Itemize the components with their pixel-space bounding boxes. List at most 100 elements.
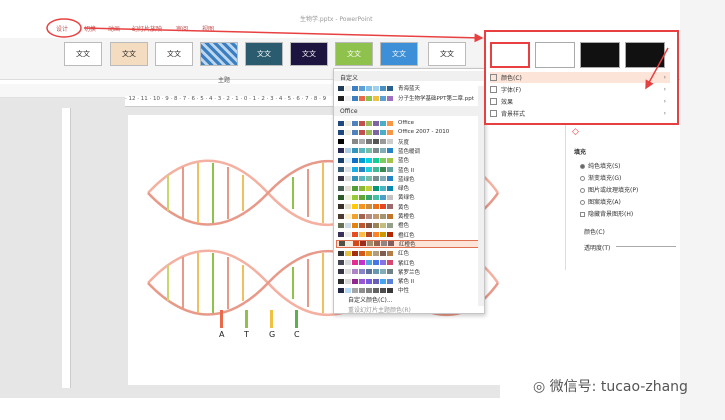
swatch xyxy=(338,269,393,275)
gradient-fill-option[interactable]: 渐变填充(G) xyxy=(580,173,621,182)
option-label: 图片或纹理填充(P) xyxy=(588,187,639,194)
color-scheme-item[interactable]: Office 2007 - 2010 xyxy=(336,128,482,136)
swatch xyxy=(338,176,393,182)
swatch xyxy=(338,85,393,91)
palette-icon xyxy=(490,74,497,81)
swatch xyxy=(339,241,394,247)
tab-review[interactable]: 审阅 xyxy=(176,24,188,33)
theme-6[interactable]: 文文 xyxy=(290,42,328,66)
item-label: 紫罗兰色 xyxy=(398,269,421,276)
powerpoint-window: 生物学.pptx - PowerPoint 设计 切换 动画 幻灯片放映 审阅 … xyxy=(0,0,725,420)
swatch xyxy=(338,204,393,210)
theme-3[interactable]: 文文 xyxy=(155,42,193,66)
item-label: 分子生物学基础PPT第二章.ppt xyxy=(398,96,474,102)
tab-slideshow[interactable]: 幻灯片放映 xyxy=(132,24,162,33)
option-label: 纯色填充(S) xyxy=(588,163,621,170)
variant-thumb-2[interactable] xyxy=(535,42,575,68)
tab-animations[interactable]: 动画 xyxy=(108,24,120,33)
color-scheme-item[interactable]: 橙红色 xyxy=(336,231,482,239)
color-scheme-item[interactable]: 绿色 xyxy=(336,184,482,192)
item-label: 黄色 xyxy=(398,204,410,211)
item-label: 红色 xyxy=(398,251,410,258)
color-scheme-item[interactable]: 蓝色暖调 xyxy=(336,147,482,155)
right-edge-panel xyxy=(680,0,725,420)
color-scheme-item[interactable]: 灰度 xyxy=(336,138,482,146)
color-scheme-item[interactable]: 紫罗兰色 xyxy=(336,268,482,276)
tab-view[interactable]: 视图 xyxy=(202,24,214,33)
office-header: Office xyxy=(334,106,484,116)
theme-4[interactable] xyxy=(200,42,238,66)
custom-colors-link[interactable]: 自定义颜色(C)... xyxy=(348,295,393,304)
effects-menu-item[interactable]: 效果 › xyxy=(490,96,670,107)
item-label: Office xyxy=(398,120,415,126)
fonts-menu-item[interactable]: 字体(F) › xyxy=(490,84,670,95)
menu-label: 颜色(C) xyxy=(501,75,522,82)
letter-a: A xyxy=(219,330,225,339)
color-scheme-item[interactable]: 蓝色 xyxy=(336,156,482,164)
variant-thumb-4[interactable] xyxy=(625,42,665,68)
color-scheme-item[interactable]: 紫色 II xyxy=(336,277,482,285)
swatch xyxy=(338,250,393,256)
color-scheme-item[interactable]: 黄绿色 xyxy=(336,193,482,201)
swatch xyxy=(338,129,393,135)
theme-2[interactable]: 文文 xyxy=(110,42,148,66)
swatch xyxy=(338,95,393,101)
swatch xyxy=(338,139,393,145)
colors-menu-item[interactable]: 颜色(C) › xyxy=(490,72,670,83)
watermark-text: 微信号: tucao-zhang xyxy=(549,379,688,395)
theme-5[interactable]: 文文 xyxy=(245,42,283,66)
custom-color-item[interactable]: 分子生物学基础PPT第二章.ppt xyxy=(336,94,482,102)
swatch xyxy=(338,287,393,293)
background-icon xyxy=(490,110,497,117)
variant-thumb-3[interactable] xyxy=(580,42,620,68)
swatch xyxy=(338,148,393,154)
theme-7[interactable]: 文文 xyxy=(335,42,373,66)
item-label: 蓝色 xyxy=(398,158,410,165)
solid-fill-option[interactable]: 纯色填充(S) xyxy=(580,161,621,170)
menu-label: 背景样式 xyxy=(501,111,526,118)
swatch xyxy=(338,222,393,228)
font-icon xyxy=(490,86,497,93)
theme-8[interactable]: 文文 xyxy=(380,42,418,66)
format-background-pane: ◇ 填充 纯色填充(S) 渐变填充(G) 图片或纹理填充(P) 图案填充(A) … xyxy=(565,125,685,270)
color-scheme-item[interactable]: 蓝绿色 xyxy=(336,175,482,183)
theme-9[interactable]: 文文 xyxy=(428,42,466,66)
wechat-watermark: ◎ 微信号: tucao-zhang xyxy=(533,376,688,396)
color-scheme-item[interactable]: 红色 xyxy=(336,249,482,257)
item-label: 蓝色暖调 xyxy=(398,148,421,155)
chevron-right-icon: › xyxy=(663,74,666,81)
picture-fill-option[interactable]: 图片或纹理填充(P) xyxy=(580,185,638,194)
menu-label: 字体(F) xyxy=(501,87,522,94)
option-label: 隐藏背景图形(H) xyxy=(588,211,634,218)
hide-background-checkbox[interactable]: 隐藏背景图形(H) xyxy=(580,209,633,218)
red-circle-annotation xyxy=(46,18,82,38)
item-label: 红橙色 xyxy=(399,241,416,248)
color-scheme-item[interactable]: 中性 xyxy=(336,286,482,294)
swatch xyxy=(338,167,393,172)
custom-color-item[interactable]: 青海蓝天 xyxy=(336,84,482,92)
option-label: 图案填充(A) xyxy=(588,199,621,206)
tab-transitions[interactable]: 切换 xyxy=(84,24,96,33)
letter-c: C xyxy=(294,330,300,339)
color-scheme-item[interactable]: 红橙色 xyxy=(336,239,482,248)
chevron-right-icon: › xyxy=(663,110,666,117)
reset-colors-link[interactable]: 重设幻灯片主题颜色(R) xyxy=(348,305,411,314)
vertical-ruler xyxy=(62,108,71,388)
color-scheme-item[interactable]: Office xyxy=(336,119,482,127)
background-styles-menu-item[interactable]: 背景样式 › xyxy=(490,108,670,119)
color-scheme-item[interactable]: 紫红色 xyxy=(336,259,482,267)
item-label: 橙红色 xyxy=(398,232,415,239)
swatch xyxy=(338,260,393,265)
chevron-right-icon: › xyxy=(663,86,666,93)
color-scheme-item[interactable]: 橙色 xyxy=(336,221,482,229)
wechat-icon: ◎ xyxy=(533,379,550,395)
color-scheme-item[interactable]: 蓝色 II xyxy=(336,166,482,174)
transparency-slider[interactable] xyxy=(616,246,676,247)
pattern-fill-option[interactable]: 图案填充(A) xyxy=(580,197,621,206)
variant-thumb-1[interactable] xyxy=(490,42,530,68)
theme-1[interactable]: 文文 xyxy=(64,42,102,66)
swatch xyxy=(338,278,393,284)
color-scheme-item[interactable]: 黄橙色 xyxy=(336,212,482,220)
item-label: 青海蓝天 xyxy=(398,86,421,92)
color-scheme-item[interactable]: 黄色 xyxy=(336,203,482,211)
